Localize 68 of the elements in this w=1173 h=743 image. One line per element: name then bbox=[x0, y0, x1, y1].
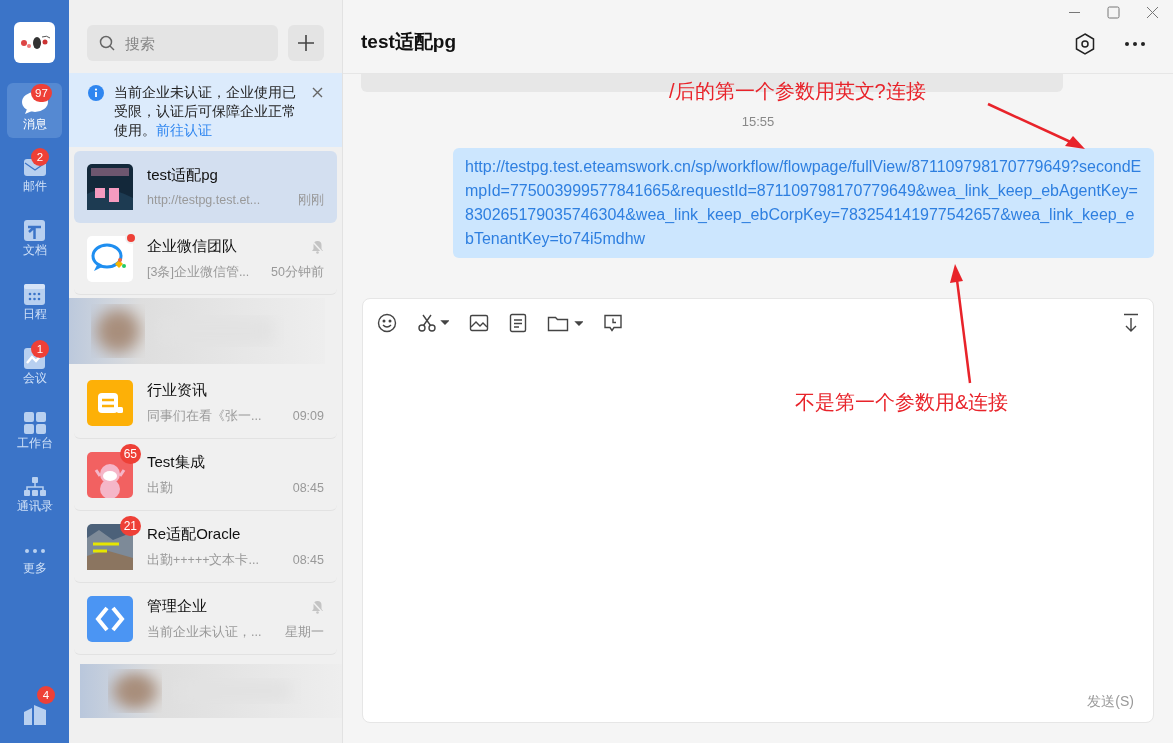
avatar bbox=[87, 235, 133, 282]
image-icon[interactable] bbox=[469, 313, 489, 333]
message-bubble[interactable]: http://testpg.test.eteamswork.cn/sp/workflow/flowpage/fullView/871109798170779649?secondEmpId=775003999577841665&requestId=871109798170779649&wea_link_keep_ebAgentKey=830265179035746304&wea_link_keep_ebCorpKey=783254141977542657&wea_link_keep_ebTenantKey=to74i5mdhw bbox=[453, 148, 1154, 258]
nav-item[interactable]: 日程 bbox=[7, 275, 62, 330]
annotation-text: 不是第一个参数用&连接 bbox=[795, 390, 1009, 415]
conversation-title: test适配pg bbox=[147, 164, 218, 185]
chat-title: test适配pg bbox=[361, 29, 456, 54]
conversation-title: 行业资讯 bbox=[147, 380, 207, 401]
conversation-item[interactable]: 企业微信团队 [3条]企业微信管... 50分钟前 bbox=[74, 223, 337, 295]
more-icon[interactable] bbox=[1125, 42, 1145, 46]
message-time: 08:45 bbox=[292, 479, 324, 497]
message-preview: http://testpg.test.et... bbox=[147, 192, 261, 210]
info-icon bbox=[88, 85, 104, 101]
time-divider: 15:55 bbox=[740, 113, 776, 131]
document-icon bbox=[24, 220, 45, 241]
calendar-icon bbox=[24, 284, 45, 305]
message-preview: 出勤 bbox=[147, 479, 173, 497]
grid-icon bbox=[23, 411, 46, 434]
count-badge: 65 bbox=[119, 443, 141, 464]
search-icon bbox=[99, 35, 115, 51]
conversation-item[interactable]: test适配pg http://testpg.test.et... 刚刚 bbox=[74, 151, 337, 223]
annotation-text: /后的第一个参数用英文?连接 bbox=[669, 79, 926, 104]
nav-item[interactable]: 消息 97 bbox=[7, 83, 62, 138]
scissors-icon[interactable] bbox=[417, 313, 449, 333]
close-icon[interactable] bbox=[1146, 6, 1159, 19]
conversation-title: Test集成 bbox=[147, 452, 205, 473]
chat-clock-icon[interactable] bbox=[603, 313, 623, 333]
plus-icon bbox=[297, 34, 315, 52]
conversation-item[interactable]: 65 Test集成 出勤 08:45 bbox=[74, 439, 337, 511]
nav-item[interactable]: 工作台 bbox=[7, 403, 62, 458]
building-icon[interactable] bbox=[24, 703, 46, 725]
count-badge: 1 bbox=[31, 340, 49, 358]
message-preview: 当前企业未认证，... bbox=[147, 623, 262, 641]
conversation-item[interactable]: 21 Re适配Oracle 出勤+++++文本卡... 08:45 bbox=[74, 511, 337, 583]
nav-item[interactable]: 更多 bbox=[7, 531, 62, 586]
nav-item[interactable]: 文档 bbox=[7, 211, 62, 266]
avatar bbox=[87, 164, 133, 210]
send-button[interactable]: 发送(S) bbox=[1087, 691, 1134, 712]
count-badge: 21 bbox=[119, 515, 141, 536]
verify-link[interactable]: 前往认证 bbox=[156, 123, 212, 138]
settings-icon[interactable] bbox=[1075, 33, 1095, 55]
app-logo bbox=[14, 22, 55, 63]
message-preview: 出勤+++++文本卡... bbox=[147, 551, 259, 569]
more-icon bbox=[24, 548, 45, 553]
conversation-title: Re适配Oracle bbox=[147, 524, 241, 545]
message-time: 刚刚 bbox=[298, 192, 324, 210]
close-icon[interactable] bbox=[312, 87, 323, 98]
document-icon[interactable] bbox=[509, 313, 527, 333]
count-badge: 97 bbox=[31, 84, 52, 102]
nav-item[interactable]: 通讯录 bbox=[7, 467, 62, 522]
collapse-icon[interactable] bbox=[1123, 313, 1139, 333]
conversation-title: 管理企业 bbox=[147, 596, 207, 617]
search-field[interactable]: 搜索 bbox=[87, 25, 278, 61]
notice-text: 当前企业未认证，企业使用已受限，认证后可保障企业正常使用。前往认证 bbox=[114, 84, 297, 137]
avatar bbox=[87, 379, 133, 426]
count-badge: 4 bbox=[37, 686, 55, 704]
emoji-icon[interactable] bbox=[377, 313, 397, 333]
count-badge: 2 bbox=[31, 148, 49, 166]
conversation-title: 企业微信团队 bbox=[147, 236, 237, 257]
avatar bbox=[87, 595, 133, 642]
message-time: 08:45 bbox=[292, 551, 324, 569]
nav-item[interactable]: 会议 1 bbox=[7, 339, 62, 394]
add-button[interactable] bbox=[288, 25, 324, 61]
message-time: 09:09 bbox=[292, 407, 324, 425]
org-chart-icon bbox=[23, 476, 46, 497]
nav-item[interactable]: 邮件 2 bbox=[7, 147, 62, 202]
message-preview: [3条]企业微信管... bbox=[147, 263, 250, 281]
message-time: 50分钟前 bbox=[271, 263, 324, 281]
